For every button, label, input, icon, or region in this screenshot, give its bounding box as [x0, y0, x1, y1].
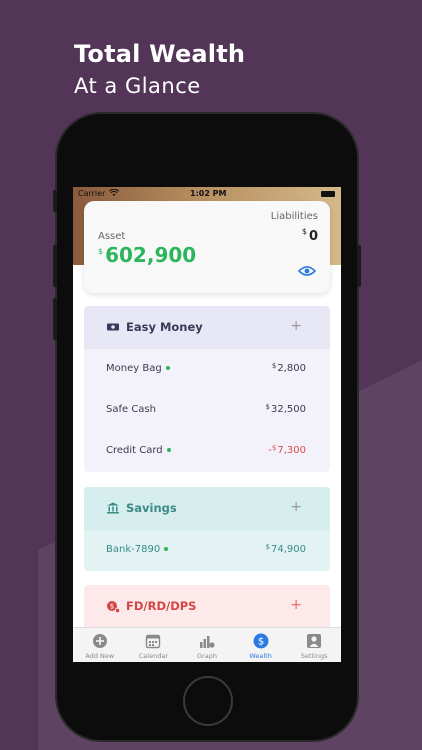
amount-currency: $ [271, 362, 277, 370]
liabilities-label: Liabilities [270, 211, 318, 222]
deposit-icon: $ [107, 601, 120, 613]
fd-title: FD/RD/DPS [126, 599, 197, 613]
svg-text:$: $ [110, 602, 114, 610]
asset-currency: $ [98, 247, 104, 256]
list-item[interactable]: Money Bag $2,800 [84, 349, 330, 390]
easy-money-add-button[interactable]: + [290, 318, 302, 334]
account-amount: 2,800 [277, 363, 306, 374]
tab-bar: Add New Calendar Graph $ Wealth Settings [73, 627, 341, 662]
tab-label: Settings [300, 652, 328, 660]
section-easy-money: Easy Money + Money Bag $2,800 Safe Cash … [84, 306, 330, 472]
graph-icon [199, 636, 215, 648]
liabilities-currency: $ [301, 227, 307, 236]
tab-label: Add New [85, 652, 115, 660]
person-icon [307, 634, 322, 648]
eye-icon[interactable] [298, 265, 316, 277]
tab-wealth[interactable]: $ Wealth [234, 628, 288, 662]
phone-volume-down [53, 298, 57, 340]
svg-text:$: $ [257, 637, 263, 648]
status-dot [166, 448, 171, 452]
fd-header[interactable]: $ FD/RD/DPS + [84, 585, 330, 628]
account-name: Bank-7890 [106, 544, 161, 555]
account-amount: 74,900 [271, 544, 306, 555]
account-name: Safe Cash [106, 404, 156, 415]
asset-value: 602,900 [105, 243, 197, 267]
summary-card: Asset $602,900 Liabilities $0 [84, 201, 330, 293]
promo-subheadline: At a Glance [74, 74, 201, 98]
phone-volume-up [53, 245, 57, 287]
status-bar: Carrier 1:02 PM [73, 187, 341, 201]
asset-label: Asset [98, 231, 126, 242]
dollar-circle-icon: $ [253, 633, 269, 649]
battery-icon [321, 191, 335, 197]
amount-currency: $ [265, 543, 270, 551]
status-dot [164, 547, 169, 551]
calendar-icon [146, 634, 161, 649]
phone-power-button [357, 245, 361, 287]
list-item[interactable]: Credit Card -$7,300 [84, 431, 330, 472]
bank-icon [107, 502, 119, 514]
status-time: 1:02 PM [190, 189, 227, 198]
tab-calendar[interactable]: Calendar [127, 628, 181, 662]
easy-money-header[interactable]: Easy Money + [84, 306, 330, 349]
tab-label: Calendar [138, 652, 168, 660]
list-item[interactable]: Bank-7890 $74,900 [84, 530, 330, 571]
tab-label: Wealth [249, 652, 272, 660]
app-screen: Carrier 1:02 PM Asset $602,900 Liabiliti… [73, 187, 341, 662]
tab-label: Graph [197, 652, 217, 660]
liabilities-amount: $0 [302, 225, 318, 244]
home-button[interactable] [183, 676, 233, 726]
tab-add-new[interactable]: Add New [73, 628, 127, 662]
savings-title: Savings [126, 501, 177, 515]
promo-headline: Total Wealth [74, 40, 246, 68]
wifi-icon [109, 189, 119, 196]
easy-money-title: Easy Money [126, 320, 203, 334]
fd-add-button[interactable]: + [290, 597, 302, 613]
section-savings: Savings + Bank-7890 $74,900 [84, 487, 330, 571]
banknote-icon [107, 323, 119, 331]
phone-side-button [53, 190, 57, 212]
plus-circle-icon [92, 634, 107, 648]
list-item[interactable]: Safe Cash $32,500 [84, 390, 330, 431]
amount-currency: $ [265, 403, 270, 411]
tab-settings[interactable]: Settings [287, 628, 341, 662]
account-amount: 7,300 [277, 445, 306, 456]
account-name: Money Bag [106, 363, 162, 374]
tab-graph[interactable]: Graph [180, 628, 234, 662]
carrier-label: Carrier [78, 189, 106, 198]
savings-header[interactable]: Savings + [84, 487, 330, 530]
liabilities-value: 0 [308, 229, 318, 244]
amount-currency: $ [271, 444, 277, 452]
account-name: Credit Card [106, 445, 163, 456]
asset-amount: $602,900 [98, 243, 196, 267]
account-amount: 32,500 [271, 404, 306, 415]
promo-headline-block: Total Wealth At a Glance [74, 40, 245, 98]
savings-add-button[interactable]: + [290, 499, 302, 515]
status-dot [165, 366, 170, 370]
